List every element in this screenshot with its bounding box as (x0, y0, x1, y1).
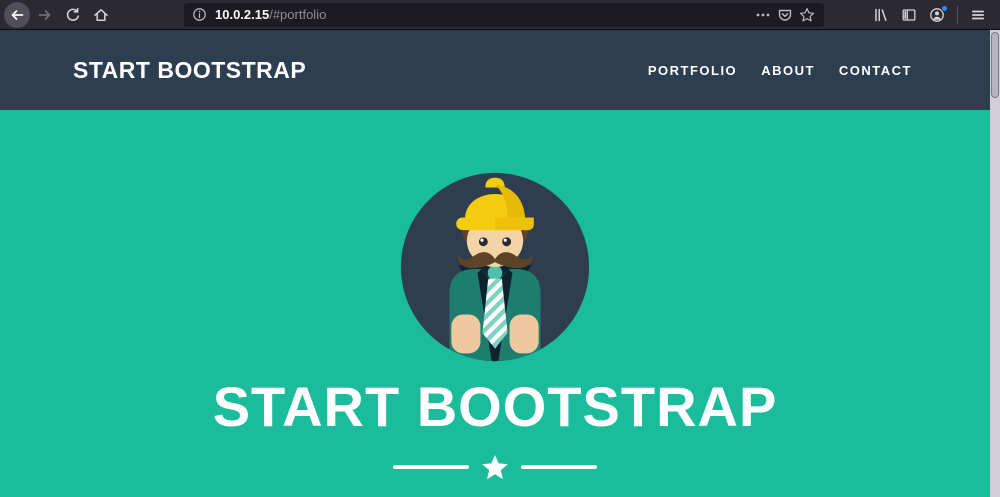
masthead: START BOOTSTRAP (0, 110, 990, 481)
hamburger-icon (970, 7, 986, 23)
star-outline-icon (799, 7, 815, 23)
site-navbar: START BOOTSTRAP PORTFOLIO ABOUT CONTACT (0, 30, 990, 110)
scrollbar-thumb[interactable] (991, 32, 999, 98)
toolbar-right-icons (867, 2, 992, 28)
nav-link-contact[interactable]: CONTACT (839, 63, 912, 78)
sidebar-icon (901, 7, 917, 23)
web-page: START BOOTSTRAP PORTFOLIO ABOUT CONTACT (0, 30, 990, 497)
vertical-scrollbar[interactable] (990, 30, 1000, 497)
avatar-image (398, 170, 592, 364)
reload-button[interactable] (60, 2, 86, 28)
account-notification-dot (941, 5, 948, 12)
page-viewport: START BOOTSTRAP PORTFOLIO ABOUT CONTACT (0, 30, 1000, 497)
url-path: /#portfolio (269, 7, 326, 22)
back-arrow-icon (9, 7, 25, 23)
sidebar-toggle-button[interactable] (896, 2, 922, 28)
pocket-button[interactable] (774, 4, 796, 26)
library-button[interactable] (868, 2, 894, 28)
bookmark-star-button[interactable] (796, 4, 818, 26)
browser-window: 10.0.2.15/#portfolio (0, 0, 1000, 497)
url-host: 10.0.2.15 (215, 7, 269, 22)
forward-button[interactable] (32, 2, 58, 28)
reload-icon (65, 7, 81, 23)
menu-button[interactable] (965, 2, 991, 28)
home-icon (93, 7, 109, 23)
browser-toolbar: 10.0.2.15/#portfolio (0, 0, 1000, 30)
nav-link-portfolio[interactable]: PORTFOLIO (648, 63, 737, 78)
navbar-links: PORTFOLIO ABOUT CONTACT (648, 63, 912, 78)
toolbar-separator (957, 6, 958, 24)
forward-arrow-icon (37, 7, 53, 23)
back-button[interactable] (4, 2, 30, 28)
nav-link-about[interactable]: ABOUT (761, 63, 815, 78)
url-bar[interactable]: 10.0.2.15/#portfolio (184, 3, 824, 27)
pocket-icon (777, 7, 793, 23)
site-info-icon[interactable] (192, 7, 207, 22)
account-button[interactable] (924, 2, 950, 28)
divider-line-right (521, 465, 597, 469)
library-icon (873, 7, 889, 23)
navbar-brand-link[interactable]: START BOOTSTRAP (73, 57, 306, 84)
page-actions-button[interactable] (752, 4, 774, 26)
home-button[interactable] (88, 2, 114, 28)
url-text: 10.0.2.15/#portfolio (215, 7, 752, 22)
divider-line-left (393, 465, 469, 469)
star-icon (481, 454, 509, 481)
ellipsis-icon (755, 7, 771, 23)
star-divider (393, 454, 597, 481)
page-title: START BOOTSTRAP (213, 378, 778, 437)
